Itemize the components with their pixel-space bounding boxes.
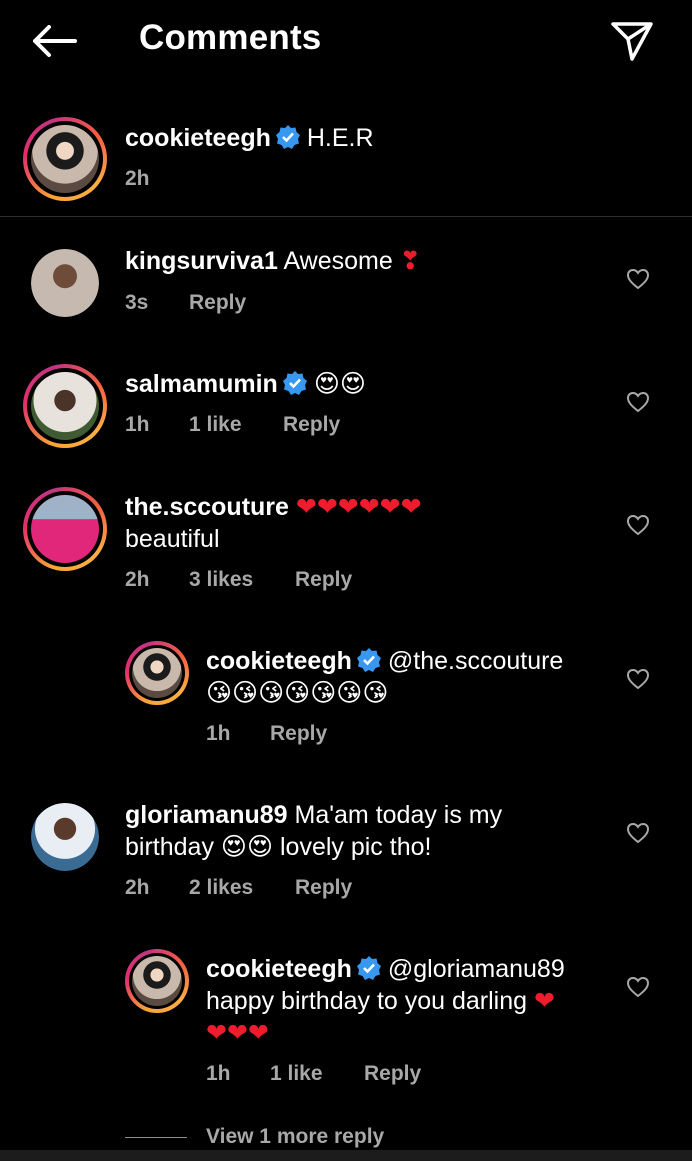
reply-avatar[interactable] <box>125 949 189 1013</box>
red-hearts-emoji: ❤❤❤ <box>206 1018 269 1047</box>
caption-text: H.E.R <box>306 124 374 152</box>
comment-time: 3s <box>125 291 149 314</box>
reply-avatar[interactable] <box>125 641 189 705</box>
red-heart-emoji: ❤ <box>534 986 555 1015</box>
heart-outline-icon[interactable] <box>623 972 653 1002</box>
heart-exclamation-emoji: ❣ <box>399 246 421 275</box>
heart-outline-icon[interactable] <box>623 818 653 848</box>
commenter-avatar[interactable] <box>31 249 99 317</box>
heart-eyes-emoji: 😍😍 <box>313 369 366 398</box>
likes-count[interactable]: 1 like <box>189 413 242 437</box>
comment-username[interactable]: gloriamanu89 <box>125 801 288 829</box>
caption-time: 2h <box>125 167 150 190</box>
heart-eyes-emoji: 😍😍 <box>220 832 274 861</box>
top-bar: Comments <box>0 0 692 84</box>
comment-line: the.sccouture ❤❤❤❤❤❤ <box>125 491 422 523</box>
caption-line: cookieteegh H.E.R <box>125 122 374 158</box>
reply-text-line: happy birthday to you darling ❤ <box>206 985 555 1017</box>
comment-username[interactable]: kingsurviva1 <box>125 247 278 275</box>
divider <box>0 216 692 217</box>
reply-button[interactable]: Reply <box>295 876 352 900</box>
heart-outline-icon[interactable] <box>623 664 653 694</box>
comment-text-continued: birthday 😍😍 lovely pic tho! <box>125 831 431 863</box>
comment-time: 2h <box>125 568 150 591</box>
reply-line: cookieteegh @gloriamanu89 <box>206 953 565 989</box>
comment-line: kingsurviva1 Awesome ❣ <box>125 245 421 277</box>
reply-button[interactable]: Reply <box>295 568 352 592</box>
verified-badge-icon <box>356 955 382 989</box>
comment-username[interactable]: cookieteegh <box>206 955 352 983</box>
caption-avatar[interactable] <box>23 117 107 201</box>
comment-text: Awesome <box>283 247 393 275</box>
red-hearts-emoji: ❤❤❤❤❤❤ <box>295 492 422 521</box>
comment-time: 1h <box>206 1062 231 1085</box>
comment-line: salmamumin 😍😍 <box>125 368 366 404</box>
comment-time: 1h <box>125 413 150 436</box>
mention-text[interactable]: @gloriamanu89 <box>388 955 565 983</box>
back-arrow-icon[interactable] <box>28 20 80 62</box>
reply-button[interactable]: Reply <box>364 1062 421 1086</box>
reply-button[interactable]: Reply <box>283 413 340 437</box>
reply-button[interactable]: Reply <box>270 722 327 746</box>
comment-text: beautiful <box>125 525 220 553</box>
view-more-replies-button[interactable]: View 1 more reply <box>206 1125 384 1149</box>
likes-count[interactable]: 1 like <box>270 1062 323 1086</box>
comment-text: Ma'am today is my <box>294 801 503 829</box>
verified-badge-icon <box>275 124 301 158</box>
comment-username[interactable]: the.sccouture <box>125 493 289 521</box>
commenter-avatar[interactable] <box>23 487 107 571</box>
verified-badge-icon <box>282 370 308 404</box>
comment-username[interactable]: cookieteegh <box>206 647 352 675</box>
comment-time: 2h <box>125 876 150 899</box>
comment-text: happy birthday to you darling <box>206 987 528 1015</box>
more-replies-divider <box>125 1137 187 1138</box>
reply-button[interactable]: Reply <box>189 291 246 315</box>
comment-username[interactable]: salmamumin <box>125 370 278 398</box>
heart-outline-icon[interactable] <box>623 387 653 417</box>
caption-username[interactable]: cookieteegh <box>125 124 271 152</box>
likes-count[interactable]: 2 likes <box>189 876 253 900</box>
page-title: Comments <box>139 18 322 57</box>
commenter-avatar[interactable] <box>23 364 107 448</box>
mention-text[interactable]: @the.sccouture <box>388 647 563 675</box>
comment-line: gloriamanu89 Ma'am today is my <box>125 799 502 831</box>
bottom-bar <box>0 1150 692 1161</box>
comment-time: 1h <box>206 722 231 745</box>
reply-line: cookieteegh @the.sccouture <box>206 645 563 681</box>
comment-text: birthday <box>125 833 214 861</box>
verified-badge-icon <box>356 647 382 681</box>
send-icon[interactable] <box>606 18 658 64</box>
heart-outline-icon[interactable] <box>623 510 653 540</box>
heart-outline-icon[interactable] <box>623 264 653 294</box>
comment-text: lovely pic tho! <box>279 833 432 861</box>
commenter-avatar[interactable] <box>31 803 99 871</box>
likes-count[interactable]: 3 likes <box>189 568 253 592</box>
kiss-emoji-row: 😘😘😘😘😘😘😘 <box>206 678 389 707</box>
